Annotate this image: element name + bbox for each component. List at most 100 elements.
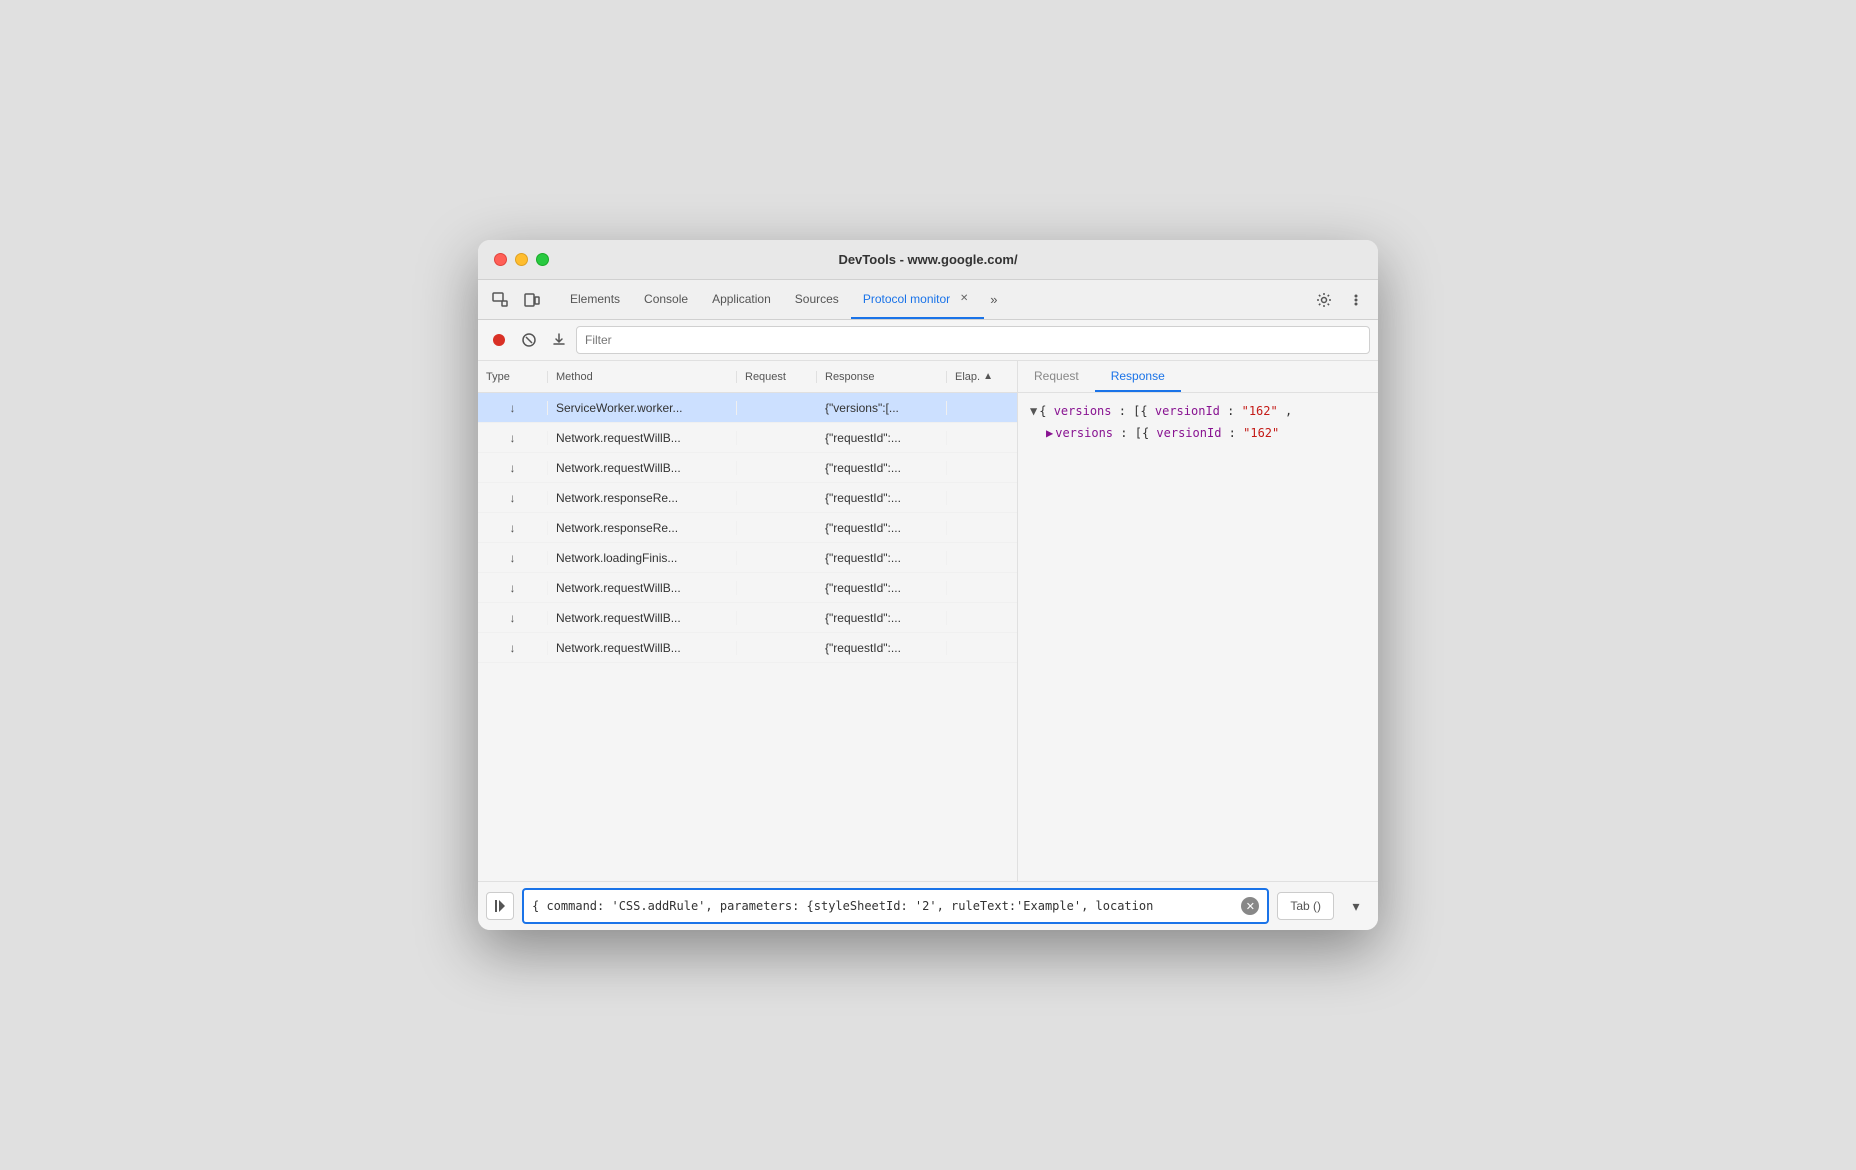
- arrow-down-icon: ↓: [510, 461, 516, 475]
- row-response: {"requestId":...: [817, 521, 947, 535]
- tab-elements[interactable]: Elements: [558, 280, 632, 319]
- table-row[interactable]: ↓ Network.loadingFinis... {"requestId":.…: [478, 543, 1017, 573]
- close-button[interactable]: [494, 253, 507, 266]
- col-header-request[interactable]: Request: [737, 371, 817, 383]
- row-method: ServiceWorker.worker...: [548, 401, 737, 415]
- row-method: Network.requestWillB...: [548, 641, 737, 655]
- toolbar: [478, 320, 1378, 361]
- window-title: DevTools - www.google.com/: [838, 252, 1017, 267]
- response-content: ▼ { versions : [{ versionId : "162" , ▶ …: [1018, 393, 1378, 881]
- stop-recording-button[interactable]: [486, 327, 512, 353]
- col-header-type: Type: [478, 371, 548, 383]
- main-tabs: Elements Console Application Sources Pro…: [558, 280, 1310, 319]
- maximize-button[interactable]: [536, 253, 549, 266]
- row-method: Network.loadingFinis...: [548, 551, 737, 565]
- row-response: {"requestId":...: [817, 461, 947, 475]
- arrow-down-icon: ↓: [510, 641, 516, 655]
- row-type: ↓: [478, 431, 548, 445]
- bottom-bar: ✕ Tab () ▾: [478, 881, 1378, 930]
- send-command-button[interactable]: [486, 892, 514, 920]
- left-panel: Type Method Request Response Elap. ▲: [478, 361, 1018, 881]
- tab-bar-actions: [1310, 286, 1370, 314]
- arrow-down-icon: ↓: [510, 581, 516, 595]
- arrow-down-icon: ↓: [510, 521, 516, 535]
- row-type: ↓: [478, 401, 548, 415]
- row-type: ↓: [478, 461, 548, 475]
- arrow-down-icon: ↓: [510, 551, 516, 565]
- right-panel: Request Response ▼ { versions : [{ versi…: [1018, 361, 1378, 881]
- row-response: {"requestId":...: [817, 431, 947, 445]
- tab-button[interactable]: Tab (): [1277, 892, 1334, 920]
- device-toggle-icon[interactable]: [518, 286, 546, 314]
- row-type: ↓: [478, 641, 548, 655]
- row-type: ↓: [478, 551, 548, 565]
- col-header-response[interactable]: Response: [817, 371, 947, 383]
- table-body: ↓ ServiceWorker.worker... {"versions":[.…: [478, 393, 1017, 881]
- row-response: {"requestId":...: [817, 491, 947, 505]
- col-header-method[interactable]: Method: [548, 371, 737, 383]
- row-method: Network.responseRe...: [548, 491, 737, 505]
- table-row[interactable]: ↓ Network.requestWillB... {"requestId":.…: [478, 573, 1017, 603]
- row-type: ↓: [478, 521, 548, 535]
- filter-input-wrapper[interactable]: [576, 326, 1370, 354]
- row-method: Network.requestWillB...: [548, 431, 737, 445]
- table-row[interactable]: ↓ Network.requestWillB... {"requestId":.…: [478, 633, 1017, 663]
- inspect-element-icon[interactable]: [486, 286, 514, 314]
- table-row[interactable]: ↓ Network.requestWillB... {"requestId":.…: [478, 423, 1017, 453]
- row-type: ↓: [478, 581, 548, 595]
- row-method: Network.requestWillB...: [548, 461, 737, 475]
- expand-icon[interactable]: ▼: [1030, 401, 1037, 423]
- table-row[interactable]: ↓ Network.responseRe... {"requestId":...: [478, 513, 1017, 543]
- json-text: { versions : [{ versionId : "162" ,: [1039, 401, 1292, 423]
- download-button[interactable]: [546, 327, 572, 353]
- customize-icon[interactable]: [1342, 286, 1370, 314]
- row-response: {"requestId":...: [817, 641, 947, 655]
- minimize-button[interactable]: [515, 253, 528, 266]
- sort-arrow-icon: ▲: [983, 371, 993, 382]
- json-tree-row[interactable]: ▼ { versions : [{ versionId : "162" ,: [1030, 401, 1366, 423]
- arrow-down-icon: ↓: [510, 491, 516, 505]
- response-tabs: Request Response: [1018, 361, 1378, 393]
- row-response: {"versions":[...: [817, 401, 947, 415]
- tab-bar: Elements Console Application Sources Pro…: [478, 280, 1378, 320]
- filter-input[interactable]: [585, 333, 1361, 347]
- table-row[interactable]: ↓ ServiceWorker.worker... {"versions":[.…: [478, 393, 1017, 423]
- main-content: Type Method Request Response Elap. ▲: [478, 361, 1378, 881]
- json-tree-row[interactable]: ▶ versions : [{ versionId : "162": [1030, 423, 1366, 445]
- tab-application[interactable]: Application: [700, 280, 783, 319]
- traffic-lights: [494, 253, 549, 266]
- row-method: Network.responseRe...: [548, 521, 737, 535]
- row-type: ↓: [478, 491, 548, 505]
- devtools-icons: [486, 286, 546, 314]
- title-bar: DevTools - www.google.com/: [478, 240, 1378, 280]
- more-tabs-icon[interactable]: »: [984, 280, 1003, 319]
- row-type: ↓: [478, 611, 548, 625]
- command-input[interactable]: [532, 899, 1241, 913]
- row-method: Network.requestWillB...: [548, 611, 737, 625]
- clear-command-icon[interactable]: ✕: [1241, 897, 1259, 915]
- arrow-down-icon: ↓: [510, 611, 516, 625]
- command-input-wrapper[interactable]: ✕: [522, 888, 1269, 924]
- clear-button[interactable]: [516, 327, 542, 353]
- json-text: versions : [{ versionId : "162": [1055, 423, 1279, 445]
- row-response: {"requestId":...: [817, 551, 947, 565]
- settings-icon[interactable]: [1310, 286, 1338, 314]
- table-header: Type Method Request Response Elap. ▲: [478, 361, 1017, 393]
- row-response: {"requestId":...: [817, 611, 947, 625]
- tab-console[interactable]: Console: [632, 280, 700, 319]
- devtools-window: DevTools - www.google.com/ Elements: [478, 240, 1378, 930]
- arrow-down-icon: ↓: [510, 431, 516, 445]
- col-header-elapsed[interactable]: Elap. ▲: [947, 371, 1017, 383]
- tab-close-icon[interactable]: ✕: [956, 291, 972, 307]
- tab-response[interactable]: Response: [1095, 361, 1181, 392]
- collapse-icon[interactable]: ▶: [1046, 423, 1053, 445]
- tab-protocol-monitor[interactable]: Protocol monitor ✕: [851, 280, 984, 319]
- dropdown-arrow-icon[interactable]: ▾: [1342, 892, 1370, 920]
- row-response: {"requestId":...: [817, 581, 947, 595]
- arrow-down-icon: ↓: [510, 401, 516, 415]
- tab-request[interactable]: Request: [1018, 361, 1095, 392]
- tab-sources[interactable]: Sources: [783, 280, 851, 319]
- table-row[interactable]: ↓ Network.requestWillB... {"requestId":.…: [478, 453, 1017, 483]
- table-row[interactable]: ↓ Network.requestWillB... {"requestId":.…: [478, 603, 1017, 633]
- table-row[interactable]: ↓ Network.responseRe... {"requestId":...: [478, 483, 1017, 513]
